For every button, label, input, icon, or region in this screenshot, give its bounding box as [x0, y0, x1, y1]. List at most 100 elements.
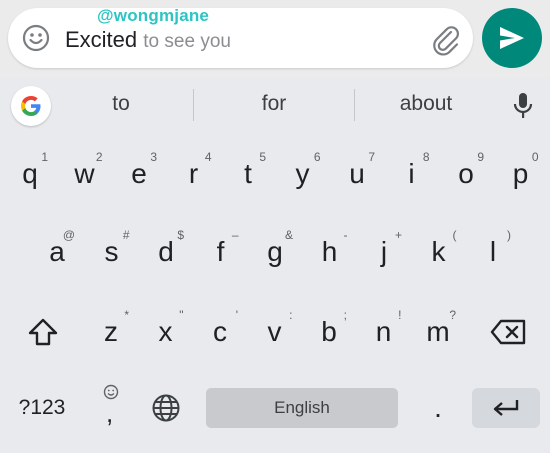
key-hint: 8	[422, 150, 430, 164]
key-hint: ;	[343, 308, 347, 322]
key-hint: #	[122, 228, 130, 242]
key-label: e	[131, 158, 147, 189]
key-hint: 1	[41, 150, 48, 164]
suggestion-for[interactable]: for	[214, 92, 334, 116]
space-bar[interactable]: English	[206, 388, 398, 428]
smiley-face-icon[interactable]	[22, 24, 50, 52]
key-q[interactable]: 1q	[3, 138, 57, 210]
key-hint: "	[179, 308, 184, 322]
key-j[interactable]: + j	[357, 216, 411, 288]
key-hint: 0	[531, 150, 539, 164]
key-y[interactable]: 6y	[276, 138, 330, 210]
message-input[interactable]: Excited to see you	[8, 8, 473, 68]
key-label: k	[431, 236, 446, 267]
key-m[interactable]: ? m	[411, 296, 465, 368]
key-s[interactable]: # s	[85, 216, 139, 288]
shift-arrow-icon	[28, 318, 58, 346]
key-label: j	[380, 236, 388, 267]
send-button[interactable]	[482, 8, 542, 68]
key-label: h	[321, 236, 338, 267]
key-label: u	[349, 158, 365, 189]
key-p[interactable]: 0p	[494, 138, 548, 210]
message-text[interactable]: Excited to see you	[65, 27, 231, 53]
compose-bar: Excited to see you @wongmjane	[0, 0, 550, 78]
key-label: t	[244, 158, 252, 189]
inline-suggestion: to see you	[143, 31, 231, 52]
key-label: c	[213, 316, 227, 347]
key-r[interactable]: 4r	[167, 138, 221, 210]
key-c[interactable]: ' c	[193, 296, 247, 368]
key-hint: 6	[313, 150, 321, 164]
key-g[interactable]: & g	[248, 216, 302, 288]
key-hint: +	[394, 228, 402, 242]
key-n[interactable]: ! n	[357, 296, 411, 368]
key-hint: 5	[259, 150, 266, 164]
key-label: g	[267, 236, 283, 267]
enter-key[interactable]	[472, 388, 540, 428]
key-x[interactable]: " x	[139, 296, 193, 368]
key-label: x	[158, 316, 173, 347]
key-v[interactable]: :v	[248, 296, 302, 368]
key-hint: !	[398, 308, 402, 322]
google-g-icon[interactable]	[11, 86, 51, 126]
key-h[interactable]: -h	[303, 216, 357, 288]
key-a[interactable]: @ a	[30, 216, 84, 288]
key-t[interactable]: 5t	[221, 138, 275, 210]
key-b[interactable]: ; b	[302, 296, 356, 368]
key-f[interactable]: – f	[194, 216, 248, 288]
typed-text: Excited	[65, 27, 138, 52]
key-label: i	[408, 158, 415, 189]
key-hint: )	[507, 228, 511, 242]
globe-icon	[152, 394, 180, 422]
key-label: o	[458, 158, 474, 189]
comma-key[interactable]: ,	[86, 374, 136, 440]
suggestion-to[interactable]: to	[61, 92, 181, 116]
key-hint: -	[343, 228, 348, 242]
key-label: b	[321, 316, 337, 347]
key-hint: 4	[204, 150, 212, 164]
period-key[interactable]: .	[414, 386, 462, 430]
language-key[interactable]	[142, 386, 190, 430]
shift-key[interactable]	[14, 296, 72, 368]
key-label: n	[375, 316, 392, 347]
key-label: f	[216, 236, 225, 267]
key-hint: $	[177, 228, 184, 242]
backspace-key[interactable]	[478, 296, 538, 368]
key-hint: 7	[368, 150, 375, 164]
key-u[interactable]: 7u	[330, 138, 384, 210]
key-o[interactable]: 9o	[439, 138, 493, 210]
key-hint: 2	[95, 150, 103, 164]
suggestion-divider	[193, 89, 194, 121]
key-label: w	[74, 158, 95, 189]
key-k[interactable]: (k	[412, 216, 466, 288]
key-z[interactable]: * z	[84, 296, 138, 368]
suggestion-about[interactable]: about	[366, 92, 486, 116]
key-hint: (	[452, 228, 457, 242]
comma-label: ,	[106, 398, 114, 428]
key-d[interactable]: $ d	[139, 216, 193, 288]
key-w[interactable]: 2w	[58, 138, 112, 210]
key-label: z	[104, 316, 118, 347]
symbols-key[interactable]: ?123	[6, 386, 78, 430]
key-label: m	[426, 316, 450, 347]
key-label: p	[512, 158, 529, 189]
paperclip-icon[interactable]	[429, 23, 463, 57]
enter-return-icon	[493, 400, 519, 416]
key-label: v	[267, 316, 282, 347]
suggestion-divider	[354, 89, 355, 121]
key-l[interactable]: ) l	[466, 216, 520, 288]
keyboard: 1q2w3e4r5t6y7u8i9o0p @ a # s $ d – f & g - h + j(k) l …	[0, 134, 550, 453]
key-e[interactable]: 3e	[112, 138, 166, 210]
send-arrow-icon	[500, 27, 524, 49]
key-hint: 3	[150, 150, 157, 164]
key-label: y	[295, 158, 310, 189]
key-label: l	[489, 236, 497, 267]
key-label: r	[188, 158, 199, 189]
suggestion-strip: to for about	[0, 78, 550, 134]
key-i[interactable]: 8i	[385, 138, 439, 210]
key-label: s	[104, 236, 119, 267]
microphone-icon[interactable]	[510, 90, 536, 122]
watermark: @wongmjane	[97, 6, 210, 25]
key-hint: 9	[477, 150, 484, 164]
key-hint: ?	[449, 308, 456, 322]
